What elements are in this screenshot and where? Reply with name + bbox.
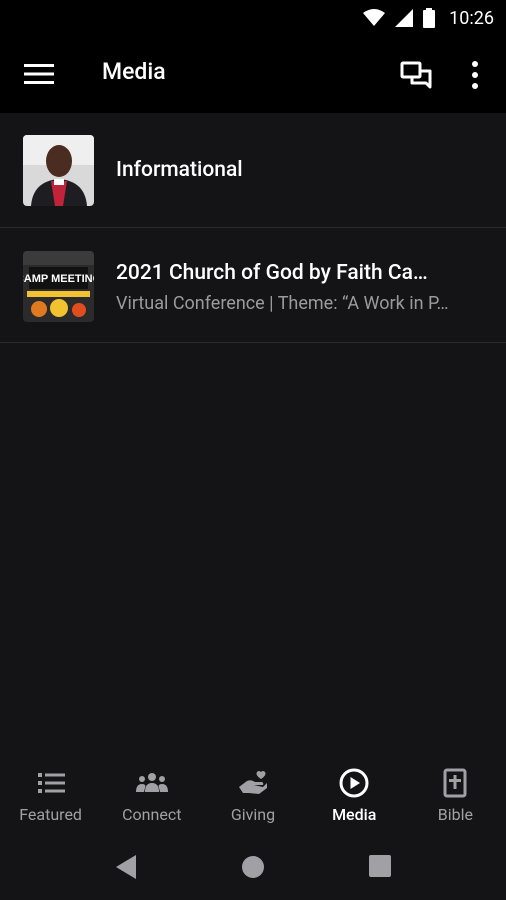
- item-subtitle: Virtual Conference | Theme: “A Work in P…: [116, 293, 449, 314]
- home-icon[interactable]: [241, 855, 265, 879]
- bottom-navigation: Featured Connect Giving Media Bible: [0, 757, 506, 837]
- media-list: Informational CAMP MEETING 2021 Church o…: [0, 113, 506, 343]
- hamburger-menu-icon[interactable]: [24, 62, 54, 86]
- thumbnail-caption: CAMP MEETING: [23, 273, 94, 285]
- list-item[interactable]: CAMP MEETING 2021 Church of God by Faith…: [0, 228, 506, 343]
- nav-item-connect[interactable]: Connect: [101, 757, 202, 837]
- nav-item-featured[interactable]: Featured: [0, 757, 101, 837]
- nav-label: Connect: [122, 805, 182, 824]
- bible-icon: [443, 768, 467, 798]
- more-vert-icon[interactable]: [466, 60, 484, 90]
- wifi-icon: [363, 9, 386, 26]
- list-item[interactable]: Informational: [0, 113, 506, 228]
- nav-label: Media: [332, 805, 377, 824]
- battery-icon: [423, 8, 436, 28]
- item-title: Informational: [116, 158, 243, 182]
- item-thumbnail: [23, 135, 94, 206]
- nav-label: Bible: [437, 805, 474, 824]
- hand-heart-icon: [239, 771, 267, 794]
- nav-item-giving[interactable]: Giving: [202, 757, 303, 837]
- people-icon: [135, 773, 168, 792]
- app-bar: Media: [0, 36, 506, 113]
- chat-icon[interactable]: [400, 59, 432, 91]
- recent-apps-icon[interactable]: [369, 855, 391, 877]
- page-title: Media: [102, 58, 166, 85]
- item-thumbnail: CAMP MEETING: [23, 251, 94, 322]
- nav-label: Featured: [19, 805, 82, 824]
- nav-item-bible[interactable]: Bible: [405, 757, 506, 837]
- list-icon: [37, 773, 65, 793]
- status-time: 10:26: [449, 7, 494, 29]
- play-circle-icon: [339, 768, 369, 798]
- nav-item-media[interactable]: Media: [304, 757, 405, 837]
- status-bar: 10:26: [0, 0, 506, 36]
- item-title: 2021 Church of God by Faith Ca…: [116, 261, 428, 285]
- nav-label: Giving: [230, 805, 276, 824]
- back-icon[interactable]: [115, 854, 137, 880]
- system-navigation-bar: [0, 837, 506, 900]
- cell-signal-icon: [395, 9, 414, 27]
